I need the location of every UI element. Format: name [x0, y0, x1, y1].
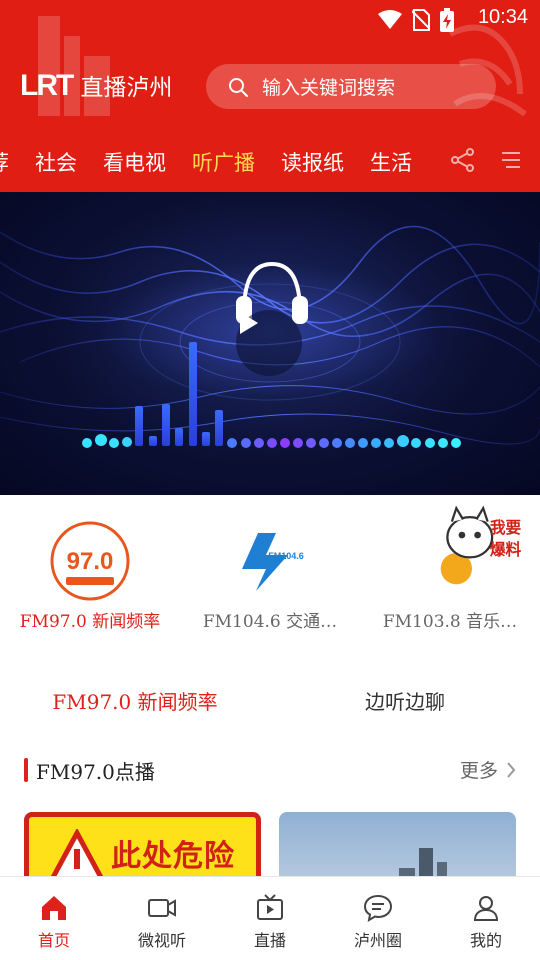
nav-label: 直播 [253, 931, 286, 950]
station-list: 97.0 FM97.0 新闻频率 FM104.6 FM104.6 交通… 我要 … [0, 495, 540, 645]
tab-listen-radio[interactable]: 听广播 [192, 147, 255, 177]
svg-text:爆料: 爆料 [490, 540, 522, 559]
svg-text:FM104.6: FM104.6 [268, 551, 304, 561]
chevron-right-icon [507, 761, 516, 778]
category-tabs: 荐 社会 看电视 听广播 读报纸 生活 [0, 140, 440, 184]
station-label: FM103.8 音乐… [382, 612, 518, 632]
svg-text:我要: 我要 [490, 518, 522, 537]
tabs-fade-overlay [410, 140, 444, 184]
more-button[interactable]: 更多 [460, 756, 516, 783]
battery-charging-icon [440, 8, 454, 36]
bottom-navigation: 首页 微视听 直播 泸州圈 我的 [0, 876, 540, 960]
app-header: 10:34 LRT 直播泸州 输入关键词搜索 荐 社会 看电视 听广播 读报纸 … [0, 0, 540, 192]
program-thumbnail[interactable] [279, 812, 516, 876]
subtab-listen-and-chat[interactable]: 边听边聊 [270, 670, 540, 730]
tab-watch-tv[interactable]: 看电视 [103, 147, 166, 177]
nav-me[interactable]: 我的 [432, 877, 540, 960]
search-icon [229, 77, 248, 97]
station-label: FM104.6 交通… [202, 612, 338, 632]
on-demand-thumbnails: 此处危险 [24, 812, 516, 876]
fm1046-logo-icon: FM104.6 [242, 533, 304, 591]
tab-recommend[interactable]: 荐 [0, 147, 9, 177]
menu-icon[interactable] [500, 149, 522, 171]
thumbnail-caption: 此处危险 [111, 839, 235, 874]
fm1038-logo-icon: 我要 爆料 [440, 505, 522, 585]
section-title: FM97.0点播 [36, 760, 155, 784]
station-label: FM97.0 新闻频率 [19, 612, 161, 632]
chat-bubble-icon [363, 894, 393, 922]
share-icon[interactable] [450, 147, 476, 173]
program-thumbnail[interactable]: 此处危险 [24, 812, 261, 876]
status-time: 10:34 [477, 6, 528, 28]
nav-label: 微视听 [137, 931, 186, 950]
wifi-icon [378, 10, 402, 34]
logo-text: 直播泸州 [80, 75, 173, 101]
tv-play-icon [257, 894, 283, 920]
tab-society[interactable]: 社会 [35, 147, 77, 177]
nav-label: 首页 [37, 931, 70, 950]
industrial-photo-image [399, 848, 447, 876]
section-accent-bar [24, 758, 28, 782]
app-logo[interactable]: LRT 直播泸州 [20, 68, 172, 103]
play-icon [240, 312, 258, 334]
search-bar[interactable]: 输入关键词搜索 [206, 64, 496, 109]
status-icons [378, 8, 454, 36]
nav-label: 我的 [469, 931, 502, 950]
search-placeholder: 输入关键词搜索 [262, 77, 396, 99]
station-fm970[interactable]: 97.0 FM97.0 新闻频率 [0, 495, 180, 645]
subtab-current-station[interactable]: FM97.0 新闻频率 [0, 670, 270, 730]
user-icon [473, 896, 499, 921]
station-fm1046[interactable]: FM104.6 FM104.6 交通… [180, 495, 360, 645]
on-demand-section-header: FM97.0点播 更多 [24, 754, 520, 786]
nav-micro-video[interactable]: 微视听 [108, 877, 216, 960]
nav-label: 泸州圈 [353, 931, 402, 950]
tab-read-newspaper[interactable]: 读报纸 [281, 147, 344, 177]
station-fm1038[interactable]: 我要 爆料 FM103.8 音乐… [360, 495, 540, 645]
status-bar: 10:34 [0, 0, 540, 36]
svg-text:97.0: 97.0 [67, 548, 114, 575]
more-label: 更多 [459, 760, 498, 782]
nav-home[interactable]: 首页 [0, 877, 108, 960]
play-button[interactable] [236, 310, 302, 376]
radio-player[interactable] [0, 192, 540, 495]
warning-triangle-icon [50, 829, 104, 876]
nav-live[interactable]: 直播 [216, 877, 324, 960]
program-subtabs: FM97.0 新闻频率 边听边聊 [0, 670, 540, 730]
logo-mark: LRT [20, 69, 74, 102]
nav-luzhou-circle[interactable]: 泸州圈 [324, 877, 432, 960]
video-camera-icon [148, 899, 176, 917]
tab-life[interactable]: 生活 [370, 147, 412, 177]
home-icon [42, 896, 66, 920]
no-sim-icon [411, 9, 431, 35]
fm970-logo-icon: 97.0 [50, 521, 130, 601]
